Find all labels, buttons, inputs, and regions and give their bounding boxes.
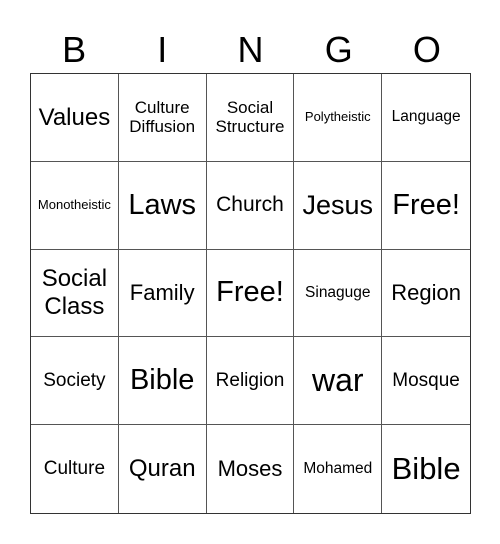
bingo-cell: war xyxy=(294,337,383,426)
bingo-cell: Laws xyxy=(118,161,207,250)
free-space: Free! xyxy=(206,249,295,338)
bingo-cell: Society xyxy=(31,337,119,426)
bingo-cell: Mohamed xyxy=(294,425,383,513)
bingo-cell: Region xyxy=(382,250,470,338)
bingo-cell: Religion xyxy=(206,337,295,426)
bingo-card-grid: Values Culture Diffusion Social Structur… xyxy=(30,73,471,514)
bingo-cell: Social Structure xyxy=(206,74,295,162)
bingo-cell: Culture Diffusion xyxy=(118,74,207,162)
header-letter-b: B xyxy=(62,29,87,70)
bingo-cell: Family xyxy=(118,249,207,338)
header-letter-o: O xyxy=(412,29,441,70)
header-letter-g: G xyxy=(324,29,353,70)
bingo-cell: Quran xyxy=(119,425,207,513)
bingo-cell: Bible xyxy=(391,451,461,487)
bingo-cell: Mosque xyxy=(382,337,470,426)
bingo-cell: Moses xyxy=(207,425,295,513)
header-letter-n: N xyxy=(237,29,264,70)
bingo-cell: Church xyxy=(206,161,295,250)
bingo-cell: Values xyxy=(31,74,119,162)
bingo-cell: Language xyxy=(382,74,470,162)
free-space: Free! xyxy=(382,162,470,250)
header-letter-i: I xyxy=(157,29,168,70)
bingo-cell: Monotheistic xyxy=(31,161,119,250)
bingo-cell: Jesus xyxy=(294,161,383,250)
bingo-cell: Social Class xyxy=(31,249,119,338)
bingo-cell: Sinaguge xyxy=(294,249,383,338)
bingo-cell: Culture xyxy=(31,425,119,513)
bingo-header: B I N G O xyxy=(30,28,471,72)
bingo-cell: Polytheistic xyxy=(294,74,383,162)
bingo-cell: Bible xyxy=(118,337,207,426)
